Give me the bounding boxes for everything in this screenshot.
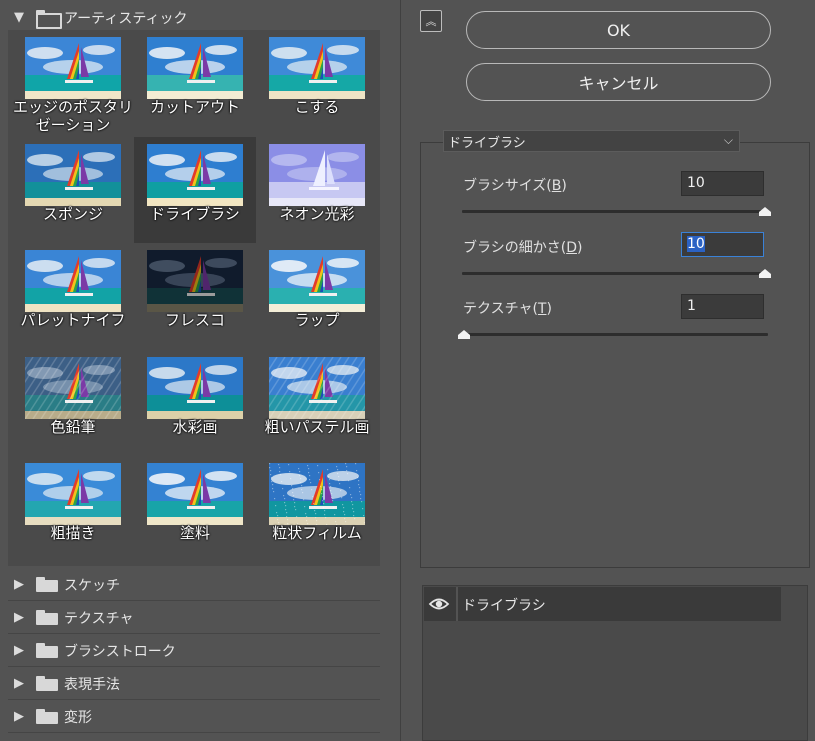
thumbnail-image — [147, 250, 243, 312]
category-header-brush-strokes[interactable]: ▶ ブラシストローク — [8, 635, 380, 667]
effect-layer-name: ドライブラシ — [462, 598, 546, 614]
filter-thumbnail-pastel[interactable]: 粗いパステル画 — [256, 350, 378, 456]
thumbnail-label: フレスコ — [164, 311, 225, 329]
thumbnail-label: 塗料 — [179, 524, 210, 542]
filter-thumbnail-watercolor[interactable]: 水彩画 — [134, 350, 256, 456]
category-header-distort[interactable]: ▶ 変形 — [8, 701, 380, 733]
thumbnail-label: カットアウト — [149, 98, 240, 116]
folder-icon — [36, 676, 58, 691]
thumbnail-image — [269, 37, 365, 99]
category-header-stylize[interactable]: ▶ 表現手法 — [8, 668, 380, 700]
thumbnail-image — [269, 463, 365, 525]
thumbnail-label: こする — [294, 98, 340, 116]
thumbnail-image — [25, 250, 121, 312]
thumbnail-image — [147, 356, 243, 419]
filter-thumbnail-smudge[interactable]: こする — [256, 30, 378, 136]
thumbnail-image — [269, 356, 365, 419]
filter-thumbnail-pencil[interactable]: 色鉛筆 — [12, 350, 134, 456]
brush-size-slider-thumb[interactable] — [759, 207, 771, 216]
filter-thumbnail-fresco[interactable]: フレスコ — [134, 243, 256, 349]
brush-detail-label: ブラシの細かさ(D) — [463, 240, 583, 256]
brush-size-label: ブラシサイズ(B) — [463, 178, 567, 194]
filter-thumbnail-palette[interactable]: パレットナイフ — [12, 243, 134, 349]
thumbnail-label: 色鉛筆 — [50, 417, 96, 436]
brush-size-input[interactable]: 10 — [681, 171, 764, 196]
category-label: スケッチ — [64, 577, 120, 594]
thumbnail-image — [25, 37, 121, 99]
thumbnail-image — [147, 143, 243, 206]
texture-slider-thumb[interactable] — [458, 330, 470, 339]
brush-size-slider[interactable] — [462, 210, 768, 213]
double-chevron-up-icon: ︽ — [425, 14, 437, 28]
category-label: 表現手法 — [64, 676, 120, 693]
filter-select-value: ドライブラシ — [448, 135, 526, 151]
collapse-arrow-icon: ▶ — [14, 643, 24, 658]
filter-thumbnail-paint[interactable]: 塗料 — [134, 456, 256, 562]
thumbnail-label: 粗いパステル画 — [264, 417, 370, 436]
texture-input[interactable]: 1 — [681, 294, 764, 319]
collapse-arrow-icon: ▶ — [14, 577, 24, 592]
thumbnail-label: ドライブラシ — [150, 204, 240, 223]
filter-thumbnail-drybrush[interactable]: ドライブラシ — [134, 136, 256, 243]
category-label: アーティスティック — [64, 10, 188, 27]
filter-gallery-panel: ▼ アーティスティック エッジのポスタリ ゼーション カットアウト こするスポンジ ド… — [4, 0, 401, 741]
folder-icon — [36, 610, 58, 625]
folder-icon — [36, 643, 58, 658]
category-label: ブラシストローク — [64, 643, 176, 660]
ok-button[interactable]: OK — [466, 11, 771, 49]
category-label: 変形 — [64, 709, 92, 726]
texture-label: テクスチャ(T) — [463, 301, 552, 317]
thumbnail-label: スポンジ — [42, 204, 103, 223]
category-label: テクスチャ — [64, 610, 134, 627]
folder-open-icon — [36, 10, 62, 29]
brush-detail-input[interactable]: 10 — [681, 232, 764, 257]
collapse-arrow-icon: ▶ — [14, 676, 24, 691]
filter-thumbnail-poster[interactable]: エッジのポスタリ ゼーション — [12, 30, 134, 136]
filter-settings-box — [420, 142, 810, 568]
thumbnail-label: 水彩画 — [172, 417, 218, 436]
thumbnail-image — [147, 463, 243, 525]
thumbnail-image — [25, 463, 121, 525]
thumbnail-label: ラップ — [294, 311, 340, 329]
filter-thumbnail-neon[interactable]: ネオン光彩 — [256, 137, 378, 243]
thumbnail-label: エッジのポスタリ ゼーション — [12, 98, 133, 134]
thumbnail-image — [269, 250, 365, 312]
filter-thumbnail-sketch[interactable]: 粗描き — [12, 456, 134, 562]
texture-slider[interactable] — [462, 333, 768, 336]
thumbnail-grid: エッジのポスタリ ゼーション カットアウト こするスポンジ ドライブラシ ネオン光彩パレ… — [8, 30, 380, 566]
cancel-button[interactable]: キャンセル — [466, 63, 771, 101]
filter-thumbnail-grain[interactable]: 粒状フィルム — [256, 456, 378, 562]
category-header-sketch[interactable]: ▶ スケッチ — [8, 569, 380, 601]
layer-row-divider — [456, 587, 458, 621]
brush-detail-slider[interactable] — [462, 272, 768, 275]
thumbnail-image — [147, 37, 243, 99]
thumbnail-label: 粒状フィルム — [272, 524, 362, 542]
thumbnail-image — [25, 143, 121, 206]
thumbnail-label: ネオン光彩 — [279, 204, 355, 223]
folder-icon — [36, 577, 58, 592]
filter-thumbnail-sponge[interactable]: スポンジ — [12, 137, 134, 243]
filter-type-select[interactable]: ドライブラシ ⌵ — [443, 130, 740, 152]
eye-icon[interactable] — [428, 594, 450, 614]
thumbnail-image — [25, 356, 121, 419]
thumbnail-image — [269, 143, 365, 206]
brush-detail-slider-thumb[interactable] — [759, 269, 771, 278]
collapse-arrow-icon: ▶ — [14, 709, 24, 724]
filter-thumbnail-wrap[interactable]: ラップ — [256, 243, 378, 349]
folder-icon — [36, 709, 58, 724]
thumbnail-label: 粗描き — [50, 524, 96, 542]
category-header-texture[interactable]: ▶ テクスチャ — [8, 602, 380, 634]
collapse-arrow-icon: ▶ — [14, 610, 24, 625]
chevron-down-icon: ⌵ — [723, 133, 733, 147]
collapse-gallery-button[interactable]: ︽ — [420, 10, 442, 32]
expand-arrow-icon: ▼ — [14, 10, 24, 25]
thumbnail-label: パレットナイフ — [20, 311, 126, 329]
filter-thumbnail-cutout[interactable]: カットアウト — [134, 30, 256, 136]
